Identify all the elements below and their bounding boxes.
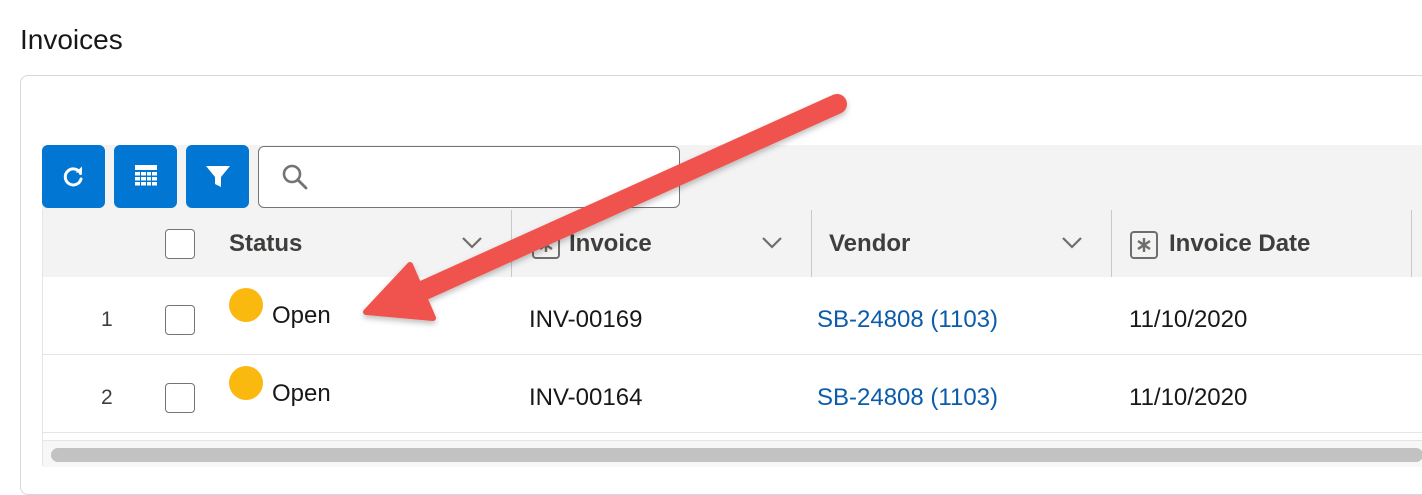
- refresh-button[interactable]: [42, 145, 105, 208]
- column-header-vendor[interactable]: Vendor: [829, 230, 910, 258]
- row-checkbox[interactable]: [165, 305, 195, 335]
- invoices-table: Status Invoice Vendor Invoice Date 1 Ope…: [42, 210, 1422, 467]
- status-text: Open: [272, 380, 331, 407]
- column-picker-icon: [134, 164, 157, 185]
- column-divider[interactable]: [1411, 210, 1412, 277]
- column-header-invoice-date[interactable]: Invoice Date: [1169, 230, 1310, 258]
- filter-button[interactable]: [186, 145, 249, 208]
- invoice-date: 11/10/2020: [1129, 384, 1248, 411]
- filter-icon: [205, 165, 230, 187]
- status-dot: [229, 366, 263, 400]
- page-title: Invoices: [20, 24, 123, 55]
- sort-indicator-icon: [532, 231, 560, 259]
- search-icon: [282, 164, 308, 190]
- search-input[interactable]: [323, 155, 667, 201]
- column-divider[interactable]: [1111, 210, 1112, 277]
- column-picker-button[interactable]: [114, 145, 177, 208]
- table-row[interactable]: 2 Open INV-00164 SB-24808 (1103) 11/10/2…: [43, 355, 1422, 433]
- column-divider[interactable]: [811, 210, 812, 277]
- select-all-checkbox[interactable]: [165, 229, 195, 259]
- list-toolbar: [42, 145, 1422, 211]
- status-text: Open: [272, 302, 331, 329]
- chevron-down-icon[interactable]: [761, 235, 783, 251]
- table-header: Status Invoice Vendor Invoice Date: [43, 210, 1422, 278]
- row-number: 2: [101, 386, 113, 409]
- horizontal-scrollbar[interactable]: [43, 440, 1422, 467]
- column-header-status[interactable]: Status: [229, 230, 302, 258]
- status-dot: [229, 288, 263, 322]
- vendor-link[interactable]: SB-24808 (1103): [817, 384, 998, 412]
- row-number: 1: [101, 308, 113, 331]
- column-header-invoice[interactable]: Invoice: [569, 230, 652, 258]
- chevron-down-icon[interactable]: [461, 235, 483, 251]
- invoice-number: INV-00169: [529, 306, 643, 333]
- row-checkbox[interactable]: [165, 383, 195, 413]
- scrollbar-thumb[interactable]: [51, 448, 1422, 462]
- invoice-date: 11/10/2020: [1129, 306, 1248, 333]
- chevron-down-icon[interactable]: [1061, 235, 1083, 251]
- vendor-link[interactable]: SB-24808 (1103): [817, 306, 998, 334]
- table-row[interactable]: 1 Open INV-00169 SB-24808 (1103) 11/10/2…: [43, 277, 1422, 355]
- invoice-number: INV-00164: [529, 384, 643, 411]
- search-box[interactable]: [258, 146, 680, 208]
- sort-indicator-icon: [1130, 231, 1158, 259]
- column-divider[interactable]: [511, 210, 512, 277]
- refresh-icon: [63, 166, 82, 186]
